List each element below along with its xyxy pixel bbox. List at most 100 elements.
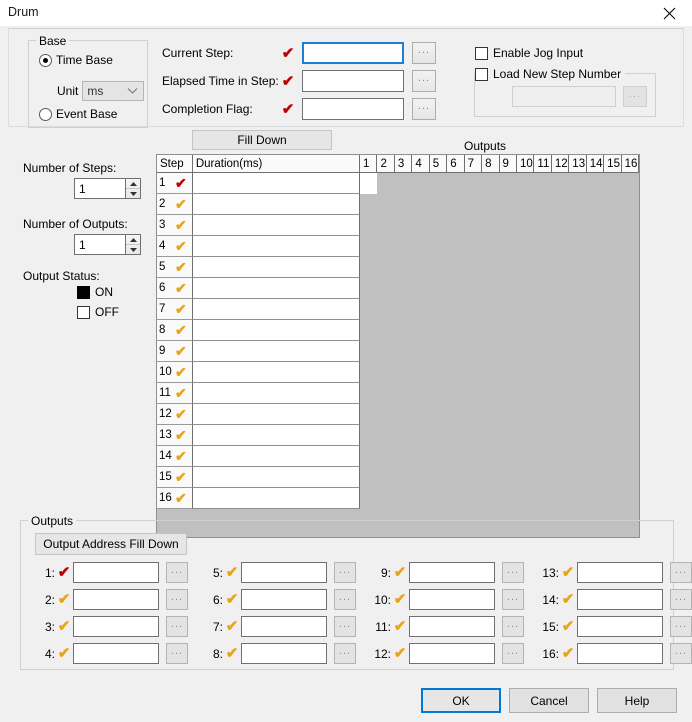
grid-output-cell[interactable] [516, 278, 535, 299]
grid-output-cell[interactable] [586, 320, 605, 341]
grid-step-cell[interactable]: 11 ✔ [157, 383, 193, 404]
grid-output-cell[interactable] [516, 236, 535, 257]
grid-output-cell[interactable] [621, 341, 639, 362]
grid-output-cell[interactable] [569, 215, 587, 236]
grid-output-cell[interactable] [499, 404, 517, 425]
grid-output-cell[interactable] [586, 257, 605, 278]
grid-output-cell[interactable] [621, 383, 639, 404]
grid-duration-cell[interactable] [192, 173, 361, 194]
grid-duration-cell[interactable] [192, 278, 361, 299]
grid-output-cell[interactable] [360, 362, 378, 383]
grid-output-cell[interactable] [447, 173, 465, 194]
grid-output-cell[interactable] [447, 236, 465, 257]
grid-output-cell[interactable] [621, 236, 639, 257]
grid-output-cell[interactable] [464, 446, 483, 467]
grid-output-cell[interactable] [395, 236, 413, 257]
grid-output-cell[interactable] [499, 467, 517, 488]
grid-output-cell[interactable] [499, 257, 517, 278]
grid-output-cell[interactable] [377, 425, 395, 446]
grid-output-cell[interactable] [360, 488, 378, 509]
grid-output-cell[interactable] [482, 299, 500, 320]
grid-output-cell[interactable] [534, 362, 552, 383]
grid-output-cell[interactable] [360, 383, 378, 404]
completion-flag-browse-button[interactable]: ... [412, 98, 436, 120]
grid-duration-cell[interactable] [192, 194, 361, 215]
grid-output-cell[interactable] [412, 215, 430, 236]
grid-output-cell[interactable] [516, 341, 535, 362]
grid-step-cell[interactable]: 13 ✔ [157, 425, 193, 446]
grid-row[interactable]: 5 ✔ [157, 257, 639, 278]
grid-output-cell[interactable] [569, 194, 587, 215]
grid-output-cell[interactable] [429, 194, 448, 215]
grid-output-cell[interactable] [621, 320, 639, 341]
grid-step-cell[interactable]: 6 ✔ [157, 278, 193, 299]
output-address-input[interactable] [241, 589, 327, 610]
grid-output-cell[interactable] [551, 215, 570, 236]
grid-output-cell[interactable] [604, 404, 622, 425]
grid-row[interactable]: 13 ✔ [157, 425, 639, 446]
grid-output-cell[interactable] [377, 446, 395, 467]
grid-output-cell[interactable] [586, 446, 605, 467]
grid-output-cell[interactable] [499, 236, 517, 257]
grid-output-cell[interactable] [499, 173, 517, 194]
grid-output-cell[interactable] [464, 215, 483, 236]
grid-output-cell[interactable] [516, 467, 535, 488]
grid-output-cell[interactable] [395, 362, 413, 383]
output-browse-button[interactable]: ... [502, 616, 524, 637]
grid-output-cell[interactable] [360, 236, 378, 257]
grid-output-cell[interactable] [604, 467, 622, 488]
grid-output-cell[interactable] [429, 278, 448, 299]
grid-output-cell[interactable] [412, 425, 430, 446]
grid-output-cell[interactable] [360, 173, 378, 194]
grid-output-cell[interactable] [482, 341, 500, 362]
output-address-input[interactable] [409, 562, 495, 583]
grid-output-cell[interactable] [464, 257, 483, 278]
grid-output-cell[interactable] [482, 404, 500, 425]
grid-output-cell[interactable] [429, 299, 448, 320]
grid-output-cell[interactable] [604, 383, 622, 404]
output-browse-button[interactable]: ... [502, 562, 524, 583]
help-button[interactable]: Help [597, 688, 677, 713]
grid-output-cell[interactable] [464, 467, 483, 488]
grid-output-cell[interactable] [395, 446, 413, 467]
grid-output-cell[interactable] [604, 173, 622, 194]
grid-output-cell[interactable] [604, 341, 622, 362]
number-of-outputs-spin-buttons[interactable] [126, 234, 141, 255]
grid-output-cell[interactable] [395, 194, 413, 215]
grid-output-cell[interactable] [534, 173, 552, 194]
grid-output-cell[interactable] [429, 404, 448, 425]
close-button[interactable] [646, 0, 692, 26]
grid-output-cell[interactable] [395, 341, 413, 362]
grid-output-cell[interactable] [482, 467, 500, 488]
output-address-input[interactable] [241, 616, 327, 637]
unit-select[interactable]: ms [82, 81, 145, 101]
grid-output-cell[interactable] [464, 383, 483, 404]
grid-output-cell[interactable] [447, 194, 465, 215]
grid-output-cell[interactable] [429, 383, 448, 404]
output-address-input[interactable] [241, 562, 327, 583]
load-new-step-number-checkbox[interactable]: Load New Step Number [475, 67, 626, 81]
grid-output-cell[interactable] [464, 404, 483, 425]
grid-output-cell[interactable] [377, 467, 395, 488]
grid-output-cell[interactable] [534, 278, 552, 299]
grid-step-cell[interactable]: 15 ✔ [157, 467, 193, 488]
grid-output-cell[interactable] [516, 383, 535, 404]
grid-output-cell[interactable] [429, 488, 448, 509]
number-of-outputs-stepper[interactable]: 1 [74, 234, 141, 255]
output-address-input[interactable] [577, 589, 663, 610]
grid-output-cell[interactable] [360, 215, 378, 236]
grid-output-cell[interactable] [360, 299, 378, 320]
grid-output-cell[interactable] [377, 215, 395, 236]
output-address-input[interactable] [409, 589, 495, 610]
ok-button[interactable]: OK [421, 688, 501, 713]
grid-output-cell[interactable] [534, 467, 552, 488]
grid-output-cell[interactable] [395, 467, 413, 488]
grid-row[interactable]: 14 ✔ [157, 446, 639, 467]
spin-up-icon[interactable] [126, 235, 140, 245]
grid-output-cell[interactable] [377, 488, 395, 509]
grid-output-cell[interactable] [499, 341, 517, 362]
grid-output-cell[interactable] [360, 320, 378, 341]
grid-output-cell[interactable] [569, 173, 587, 194]
grid-row[interactable]: 16 ✔ [157, 488, 639, 509]
grid-output-cell[interactable] [482, 278, 500, 299]
